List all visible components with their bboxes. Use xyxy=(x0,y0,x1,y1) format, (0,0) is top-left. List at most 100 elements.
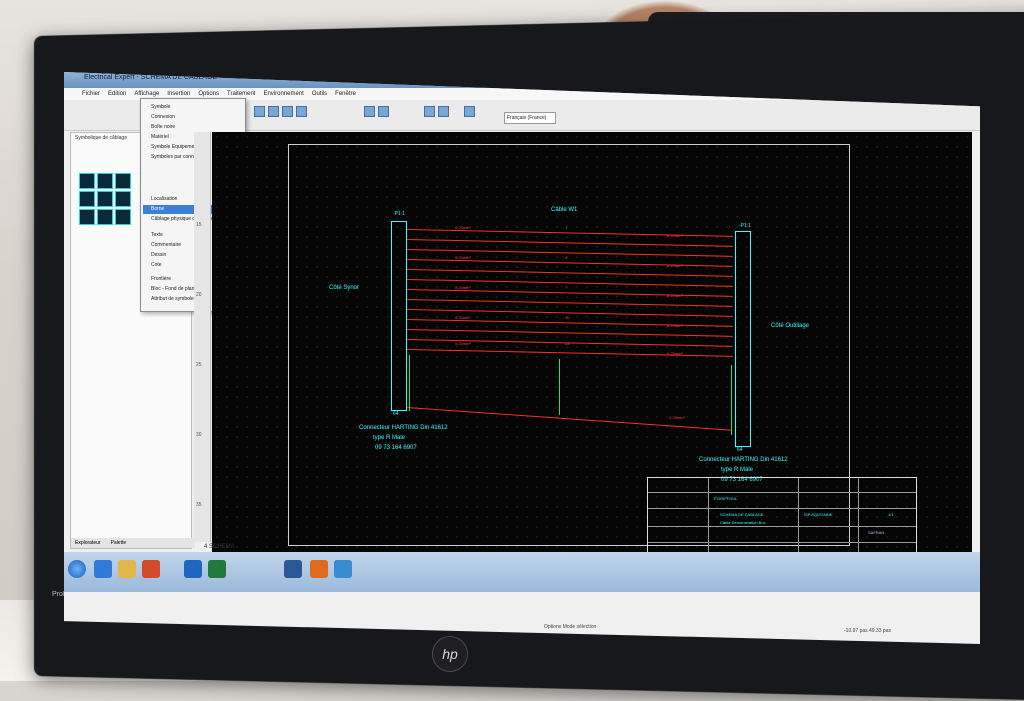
menu-item[interactable]: Symbole xyxy=(151,103,170,111)
drawing-frame: Câble W1 Côté Synor Côté Outillage -P1:1… xyxy=(288,144,917,559)
wire-spec-label: 0,25mm² xyxy=(455,341,471,346)
wire[interactable] xyxy=(406,349,733,357)
right-connector-type: type R Male xyxy=(721,467,754,473)
zoom-out-icon[interactable] xyxy=(438,106,449,117)
pin-label: 1 xyxy=(565,225,568,230)
document-tab[interactable]: 4 SCHEMA xyxy=(204,544,235,550)
title-block-author: F.GRIFFOUL xyxy=(714,496,738,501)
left-connector[interactable] xyxy=(391,221,407,411)
wire[interactable] xyxy=(406,329,733,337)
print-icon[interactable] xyxy=(464,106,475,117)
shield-line xyxy=(409,355,410,411)
tab-explorateur[interactable]: Explorateur xyxy=(75,540,101,546)
symbol-tile[interactable] xyxy=(97,209,113,225)
menu-insertion[interactable]: Insertion xyxy=(167,91,190,97)
menu-item[interactable]: Connexion xyxy=(151,113,175,121)
menu-edition[interactable]: Edition xyxy=(108,91,126,97)
word-icon[interactable] xyxy=(284,560,302,578)
wire[interactable] xyxy=(406,289,733,297)
right-connector[interactable] xyxy=(735,231,751,447)
menu-item[interactable]: Dessin xyxy=(151,251,166,259)
menu-item[interactable]: Matériel xyxy=(151,133,169,141)
menu-item[interactable]: Boîte noire xyxy=(151,123,175,131)
status-coords: -10.97 pas 49.33 pas xyxy=(844,628,891,634)
symbol-tile[interactable] xyxy=(79,173,95,189)
undo-icon[interactable] xyxy=(364,106,375,117)
wire[interactable] xyxy=(406,299,733,307)
menu-item[interactable]: Bloc - Fond de plan xyxy=(151,285,194,293)
left-connector-part: 09 73 164 6907 xyxy=(375,445,417,451)
save-icon[interactable] xyxy=(268,106,279,117)
start-button-icon[interactable] xyxy=(68,560,86,578)
right-connector-name: Connecteur HARTING Din 41612 xyxy=(699,457,788,463)
wire[interactable] xyxy=(406,269,733,277)
file-explorer-icon[interactable] xyxy=(118,560,136,578)
pin-label: 4 xyxy=(565,255,568,260)
wire[interactable] xyxy=(406,239,733,247)
wire-spec-label: 0,25mm² xyxy=(455,315,471,320)
menu-fichier[interactable]: Fichier xyxy=(82,91,100,97)
hp-logo: hp xyxy=(432,636,468,672)
left-connector-type: type R Male xyxy=(373,435,406,441)
menu-options[interactable]: Options xyxy=(198,91,219,97)
symbol-tile[interactable] xyxy=(79,191,95,207)
menu-item[interactable]: Attribut de symbole xyxy=(151,295,194,303)
shield-line xyxy=(731,365,732,435)
symbol-tile[interactable] xyxy=(115,209,131,225)
menu-affichage[interactable]: Affichage xyxy=(134,91,159,97)
menu-item[interactable]: Localisation xyxy=(151,195,177,203)
wire[interactable] xyxy=(406,319,733,327)
menu-item[interactable]: Symbole Equipement xyxy=(151,143,199,151)
menu-item[interactable]: Commentaire xyxy=(151,241,181,249)
media-player-icon[interactable] xyxy=(142,560,160,578)
ruler-tick: 15 xyxy=(196,222,202,228)
right-end-pin: 64 xyxy=(737,447,743,453)
internet-explorer-icon[interactable] xyxy=(94,560,112,578)
right-side-label: Côté Outillage xyxy=(771,323,810,329)
menu-item-highlighted[interactable]: Borne xyxy=(151,205,164,213)
symbol-tile[interactable] xyxy=(97,191,113,207)
sheet-number: 1/1 xyxy=(888,512,894,517)
menu-item[interactable]: Frontière xyxy=(151,275,171,283)
panel-title: Symbolique de câblage xyxy=(75,135,127,141)
zoom-in-icon[interactable] xyxy=(424,106,435,117)
left-connector-name: Connecteur HARTING Din 41612 xyxy=(359,425,448,431)
language-select[interactable]: Français (France) xyxy=(504,112,556,124)
outlook-icon[interactable] xyxy=(184,560,202,578)
status-mode: Options Mode sélection xyxy=(544,624,597,630)
menu-item[interactable]: Cote xyxy=(151,261,162,269)
right-connector-ref: -P1:1 xyxy=(739,223,751,229)
redo-icon[interactable] xyxy=(378,106,389,117)
cable-label: Câble W1 xyxy=(551,207,578,213)
app-icon[interactable] xyxy=(334,560,352,578)
symbol-tile[interactable] xyxy=(115,173,131,189)
title-block-site: ISP AQUITAINE xyxy=(804,512,833,517)
wire[interactable] xyxy=(406,259,733,267)
menu-fenetre[interactable]: Fenêtre xyxy=(335,91,356,97)
title-block-line xyxy=(648,508,916,509)
firefox-icon[interactable] xyxy=(310,560,328,578)
title-block-line xyxy=(708,478,709,558)
menu-outils[interactable]: Outils xyxy=(312,91,327,97)
tab-palette[interactable]: Palette xyxy=(111,540,127,546)
symbol-tile[interactable] xyxy=(79,209,95,225)
copy-icon[interactable] xyxy=(296,106,307,117)
symbol-tile[interactable] xyxy=(97,173,113,189)
wire[interactable] xyxy=(406,229,733,237)
ruler-tick: 30 xyxy=(196,432,202,438)
menu-environnement[interactable]: Environnement xyxy=(263,91,303,97)
wire-spec-label: 0,25mm² xyxy=(455,225,471,230)
cut-icon[interactable] xyxy=(282,106,293,117)
schematic-canvas[interactable]: Câble W1 Côté Synor Côté Outillage -P1:1… xyxy=(212,132,972,559)
excel-icon[interactable] xyxy=(208,560,226,578)
left-side-label: Côté Synor xyxy=(329,285,360,291)
wire-spec-label: 0,25mm² xyxy=(455,255,471,260)
menu-item[interactable]: Texte xyxy=(151,231,163,239)
symbol-tile[interactable] xyxy=(115,191,131,207)
windows-taskbar: 4 SCHEMA xyxy=(64,544,980,592)
shield-line xyxy=(559,359,560,415)
pin-label: 7 xyxy=(565,285,568,290)
title-block-line xyxy=(648,492,916,493)
menu-traitement[interactable]: Traitement xyxy=(227,91,255,97)
open-icon[interactable] xyxy=(254,106,265,117)
